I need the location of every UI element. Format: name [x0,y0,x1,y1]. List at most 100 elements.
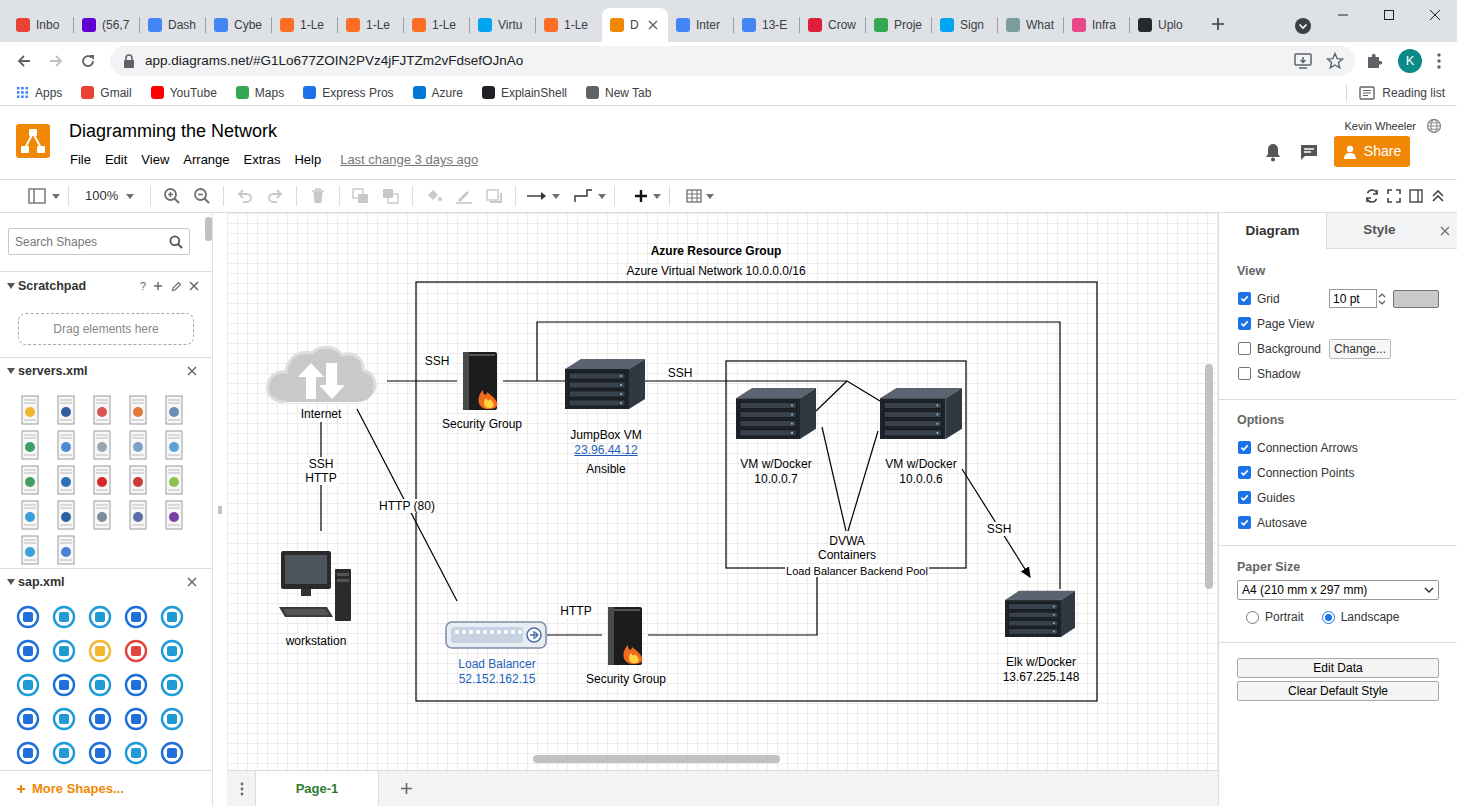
diagram-text[interactable]: Azure Virtual Network 10.0.0.0/16 [626,264,805,278]
zoom-out-icon[interactable] [187,183,217,209]
sap-shape-icon[interactable] [10,668,46,702]
browser-tab[interactable]: Inter [668,8,734,42]
server-shape-icon[interactable] [12,533,48,568]
resize-grip-icon[interactable] [217,504,223,516]
add-page-icon[interactable] [399,782,413,796]
server-icon[interactable] [565,357,645,409]
checkbox-row[interactable]: Autosave [1238,514,1307,532]
server-shape-icon[interactable] [120,498,156,533]
edit-pencil-icon[interactable] [170,280,182,292]
checkbox-row[interactable]: Connection Points [1238,464,1354,482]
sap-shape-icon[interactable] [82,736,118,770]
browser-tab[interactable]: Sign [932,8,998,42]
diagram-canvas[interactable]: Internet Security Group JumpBox VM23.96.44… [227,213,1218,770]
firewall-icon[interactable] [602,606,648,666]
node-label[interactable]: 23.96.44.12 [574,443,637,457]
shadow-icon[interactable] [479,183,509,209]
page-tab[interactable]: Page-1 [255,771,379,806]
node-label[interactable]: Security Group [586,672,666,686]
panel-button[interactable]: Edit Data [1237,658,1439,678]
format-panel-toggle-icon[interactable] [22,183,52,209]
caret-icon[interactable] [598,183,608,209]
browser-tab[interactable]: Uplo [1130,8,1196,42]
sap-shape-icon[interactable] [82,702,118,736]
checkbox-row[interactable]: Page View [1238,315,1329,333]
node-label[interactable]: JumpBox VM [570,428,641,442]
node-label[interactable]: workstation [286,634,347,648]
internet-cloud-icon[interactable] [265,344,377,404]
bookmark[interactable]: ExplainShell [482,84,567,102]
zoom-in-icon[interactable] [157,183,187,209]
extensions-icon[interactable] [1355,46,1393,76]
scratchpad-header[interactable]: Scratchpad? [0,271,212,301]
notifications-bell-icon[interactable] [1262,141,1284,163]
node-label[interactable]: 13.67.225.148 [1003,670,1080,684]
server-shape-icon[interactable] [84,498,120,533]
sap-shape-icon[interactable] [82,634,118,668]
menu-item[interactable]: Extras [244,152,281,168]
insert-plus-icon[interactable] [629,183,653,209]
sap-shape-icon[interactable] [154,702,190,736]
server-shape-icon[interactable] [84,463,120,498]
node-label[interactable]: Ansible [586,462,625,476]
vertical-scrollbar[interactable] [1205,364,1213,589]
browser-tab[interactable]: What [998,8,1064,42]
browser-tab[interactable]: (56,7 [74,8,140,42]
back-icon[interactable] [8,45,40,77]
sap-shape-icon[interactable] [154,600,190,634]
edge-label[interactable]: HTTP [558,604,593,618]
node-label[interactable]: 52.152.162.15 [459,672,536,686]
bookmark[interactable]: Maps [236,84,284,102]
url-text[interactable]: app.diagrams.net/#G1Lo677ZOIN2PVz4jFJTZm… [145,51,523,71]
add-icon[interactable] [152,280,164,292]
server-shape-icon[interactable] [48,463,84,498]
fullscreen-icon[interactable] [1385,187,1403,205]
bookmark[interactable]: Azure [413,84,463,102]
sync-icon[interactable] [1363,187,1381,205]
menu-item[interactable]: File [70,152,91,168]
checkbox[interactable] [1238,317,1251,330]
caret-icon[interactable] [706,183,716,209]
checkbox-row[interactable]: Shadow [1238,365,1329,383]
checkbox-row[interactable]: Grid [1238,290,1329,308]
server-shape-icon[interactable] [156,498,192,533]
server-shape-icon[interactable] [120,428,156,463]
user-name[interactable]: Kevin Wheeler [1344,118,1416,135]
server-shape-icon[interactable] [120,393,156,428]
checkbox-row[interactable]: Background [1238,340,1329,358]
close-library-icon[interactable] [186,576,198,588]
sap-shape-icon[interactable] [118,668,154,702]
edge-label[interactable]: SSH [307,457,336,471]
caret-icon[interactable] [552,183,562,209]
spinner-icon[interactable] [1377,291,1387,307]
close-window-icon[interactable] [1412,0,1457,30]
browser-tab[interactable]: Proje [866,8,932,42]
last-change-link[interactable]: Last change 3 days ago [340,152,478,168]
node-label[interactable]: VM w/Docker [740,457,811,471]
profile-avatar[interactable]: K [1398,49,1422,73]
diagram-text[interactable]: Azure Resource Group [651,244,782,258]
table-icon[interactable] [682,183,706,209]
node-label[interactable]: 10.0.0.6 [899,472,942,486]
help-button[interactable]: ? [140,278,146,295]
server-icon[interactable] [736,386,816,439]
shape-search[interactable] [8,228,190,255]
document-title[interactable]: Diagramming the Network [69,119,478,143]
panel-button[interactable]: Clear Default Style [1237,681,1439,701]
radio-option[interactable]: Portrait [1246,608,1304,626]
library-header[interactable]: sap.xml [0,568,212,596]
sap-shape-icon[interactable] [82,600,118,634]
close-icon[interactable] [188,280,200,292]
share-button[interactable]: Share [1334,136,1410,167]
server-shape-icon[interactable] [48,533,84,568]
browser-tab[interactable]: 1-Le [338,8,404,42]
checkbox[interactable] [1238,441,1251,454]
server-shape-icon[interactable] [12,428,48,463]
server-shape-icon[interactable] [120,463,156,498]
change-background-button[interactable]: Change... [1329,339,1391,359]
node-label[interactable]: Load Balancer [458,657,535,671]
node-label[interactable]: Internet [301,407,342,421]
browser-tab[interactable]: Inbo [8,8,74,42]
browser-tab[interactable]: 13-E [734,8,800,42]
checkbox-row[interactable]: Connection Arrows [1238,439,1358,457]
